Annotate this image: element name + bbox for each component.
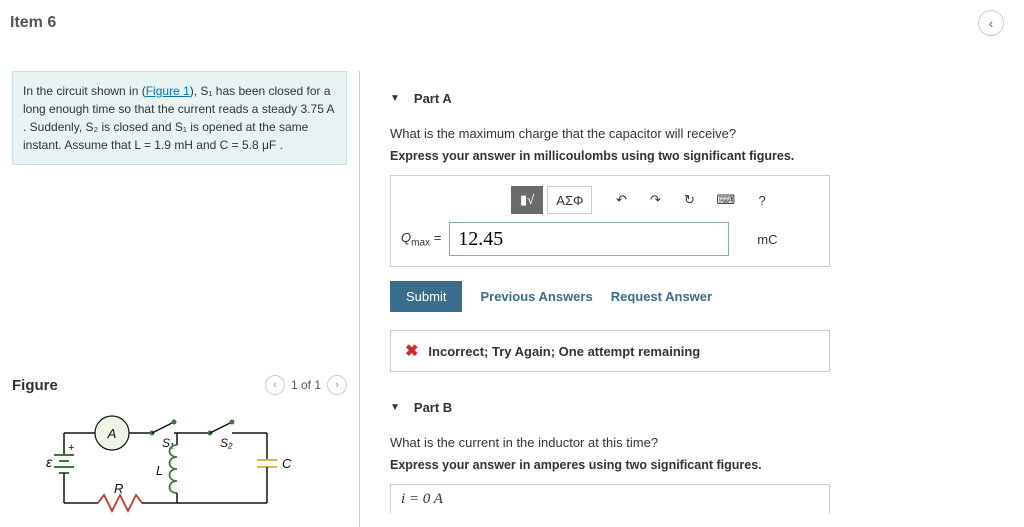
figure-heading: Figure xyxy=(12,377,58,394)
part-b-instruction: Express your answer in amperes using two… xyxy=(390,458,994,472)
part-a-collapse-icon[interactable]: ▼ xyxy=(390,93,400,104)
feedback-text: Incorrect; Try Again; One attempt remain… xyxy=(428,344,700,359)
answer-entry-box: ▮√ ΑΣΦ ↶ ↷ ↻ ⌨ ? Qmax = mC xyxy=(390,175,830,267)
problem-statement: In the circuit shown in (Figure 1), S₁ h… xyxy=(12,71,347,165)
greek-button[interactable]: ΑΣΦ xyxy=(547,186,592,214)
prev-item-button[interactable]: ‹ xyxy=(978,10,1004,36)
svg-text:+: + xyxy=(68,442,74,454)
undo-button[interactable]: ↶ xyxy=(606,186,636,214)
svg-text:L: L xyxy=(156,463,163,478)
keyboard-button[interactable]: ⌨ xyxy=(708,186,743,214)
part-a-question: What is the maximum charge that the capa… xyxy=(390,126,994,141)
svg-text:C: C xyxy=(282,456,292,471)
svg-text:R: R xyxy=(114,481,123,496)
part-a-label: Part A xyxy=(414,91,452,106)
part-b-label: Part B xyxy=(414,400,452,415)
part-b-answer-preview: i = 0 A xyxy=(390,484,830,514)
figure-pager-text: 1 of 1 xyxy=(291,378,321,392)
figure-prev-button[interactable]: ‹ xyxy=(265,375,285,395)
circuit-figure: A S₁ S₂ xyxy=(12,405,347,518)
svg-text:A: A xyxy=(107,426,117,441)
page-title: Item 6 xyxy=(10,14,56,32)
answer-unit: mC xyxy=(757,232,777,247)
answer-input[interactable] xyxy=(449,222,729,256)
reset-button[interactable]: ↻ xyxy=(674,186,704,214)
figure-next-button[interactable]: › xyxy=(327,375,347,395)
help-button[interactable]: ? xyxy=(747,186,777,214)
previous-answers-link[interactable]: Previous Answers xyxy=(480,289,592,304)
feedback-box: ✖ Incorrect; Try Again; One attempt rema… xyxy=(390,330,830,372)
svg-text:S₂: S₂ xyxy=(220,436,233,450)
part-b-question: What is the current in the inductor at t… xyxy=(390,435,994,450)
svg-text:S₁: S₁ xyxy=(162,436,174,450)
part-a-instruction: Express your answer in millicoulombs usi… xyxy=(390,149,994,163)
redo-button[interactable]: ↷ xyxy=(640,186,670,214)
incorrect-icon: ✖ xyxy=(405,341,418,361)
svg-text:ε: ε xyxy=(46,454,53,470)
part-b-collapse-icon[interactable]: ▼ xyxy=(390,402,400,413)
submit-button[interactable]: Submit xyxy=(390,281,462,312)
templates-button[interactable]: ▮√ xyxy=(511,186,543,214)
answer-symbol: Qmax = xyxy=(401,230,441,249)
request-answer-link[interactable]: Request Answer xyxy=(611,289,712,304)
figure-link[interactable]: Figure 1 xyxy=(146,84,190,98)
